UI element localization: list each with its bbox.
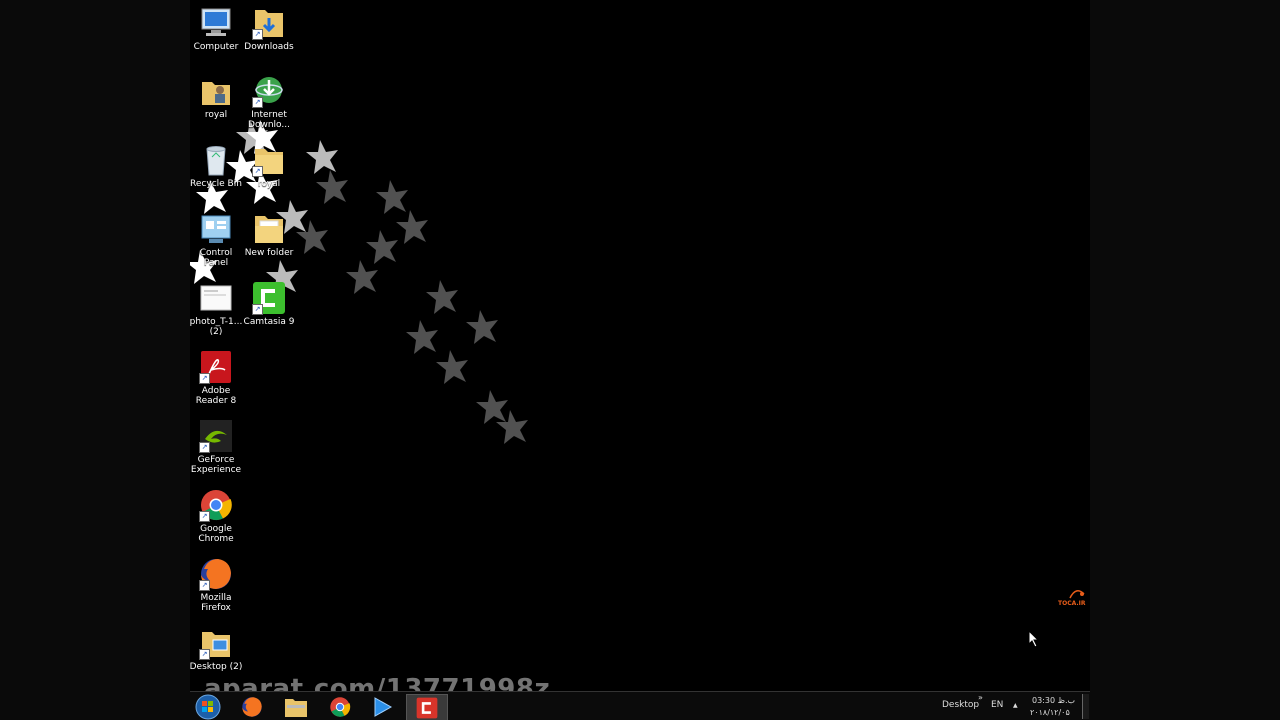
shortcut-arrow-icon: ↗ (252, 29, 263, 40)
desktop-icon-control-panel[interactable]: Control Panel (190, 212, 244, 268)
desktop-icon-photo[interactable]: photo_T-1... (2) (190, 281, 244, 337)
desktop-icon-computer[interactable]: Computer (190, 6, 244, 52)
desktop-icon-adobe-reader[interactable]: ↗ Adobe Reader 8 (190, 350, 244, 406)
start-orb-icon (195, 694, 221, 719)
user-folder-icon (199, 74, 233, 108)
taskbar-media-player-button[interactable] (364, 694, 400, 719)
shortcut-arrow-icon: ↗ (199, 649, 210, 660)
icon-label: Google Chrome (198, 524, 234, 544)
icon-label: royal (204, 110, 228, 120)
icon-label: Computer (193, 42, 239, 52)
icon-label: Adobe Reader 8 (195, 386, 237, 406)
shortcut-arrow-icon: ↗ (199, 373, 210, 384)
computer-icon (199, 6, 233, 40)
language-indicator[interactable]: EN (991, 700, 1003, 710)
internet-download-manager-icon: ↗ (252, 74, 286, 108)
desktop-icon-downloads[interactable]: ↗ Downloads (241, 6, 297, 52)
downloads-folder-icon: ↗ (252, 6, 286, 40)
recycle-bin-icon (199, 143, 233, 177)
taskbar-chrome-button[interactable] (322, 694, 358, 719)
desktop-icon-camtasia[interactable]: ↗ Camtasia 9 (241, 281, 297, 327)
icon-label: Downloads (244, 42, 294, 52)
shortcut-arrow-icon: ↗ (252, 166, 263, 177)
toolbar-chevron-icon[interactable]: » (978, 693, 983, 702)
show-hidden-icons-arrow-icon[interactable]: ▲ (1013, 702, 1018, 709)
shortcut-arrow-icon: ↗ (199, 442, 210, 453)
media-player-icon (374, 696, 393, 717)
control-panel-icon (199, 212, 233, 246)
image-file-icon (199, 281, 233, 315)
icon-label: Control Panel (199, 248, 233, 268)
taskbar-firefox-button[interactable] (234, 694, 270, 719)
desktop-icon-desktop-2[interactable]: ↗ Desktop (2) (190, 626, 244, 672)
desktop-icon-royal-folder[interactable]: ↗ royal (241, 143, 297, 189)
adobe-reader-icon: ↗ (199, 350, 233, 384)
taskbar: Desktop » EN ▲ 03:30 ب.ظ ۲۰۱۸/۱۲/۰۵ (190, 691, 1090, 720)
toca-logo: TOCA.IR (1058, 588, 1088, 612)
desktop-icon-recycle-bin[interactable]: Recycle Bin (190, 143, 244, 189)
taskbar-camtasia-button[interactable] (406, 694, 448, 720)
desktop-folder-icon: ↗ (199, 626, 233, 660)
icon-label: royal (257, 179, 281, 189)
toca-logo-text: TOCA.IR (1058, 600, 1086, 607)
desktop-icon-chrome[interactable]: ↗ Google Chrome (190, 488, 244, 544)
desktop-toolbar-label[interactable]: Desktop (942, 700, 979, 710)
clock-time[interactable]: 03:30 ب.ظ (1032, 696, 1075, 705)
shortcut-arrow-icon: ↗ (199, 511, 210, 522)
shortcut-arrow-icon: ↗ (252, 304, 263, 315)
firefox-icon: ↗ (199, 557, 233, 591)
icon-label: Recycle Bin (190, 179, 242, 189)
icon-label: New folder (244, 248, 294, 258)
desktop-screen: Computer royal Recycle Bin Control Panel… (190, 0, 1090, 720)
firefox-icon (242, 696, 262, 717)
folder-icon (252, 212, 286, 246)
clock-date[interactable]: ۲۰۱۸/۱۲/۰۵ (1030, 708, 1070, 717)
shortcut-arrow-icon: ↗ (252, 97, 263, 108)
file-explorer-icon (285, 698, 307, 717)
icon-label: Desktop (2) (190, 662, 243, 672)
folder-icon: ↗ (252, 143, 286, 177)
camtasia-icon (416, 697, 438, 718)
desktop-icon-firefox[interactable]: ↗ Mozilla Firefox (190, 557, 244, 613)
icon-label: Internet Downlo... (248, 110, 290, 130)
desktop-icon-internet-download-manager[interactable]: ↗ Internet Downlo... (241, 74, 297, 130)
shortcut-arrow-icon: ↗ (199, 580, 210, 591)
icon-label: Mozilla Firefox (200, 593, 232, 613)
geforce-experience-icon: ↗ (199, 419, 233, 453)
chrome-icon: ↗ (199, 488, 233, 522)
start-button[interactable] (190, 694, 226, 719)
icon-label: Camtasia 9 (243, 317, 295, 327)
taskbar-explorer-button[interactable] (278, 694, 314, 719)
chrome-icon (330, 696, 351, 717)
mouse-cursor-icon (1028, 630, 1040, 648)
desktop-icon-geforce[interactable]: ↗ GeForce Experience (190, 419, 244, 475)
camtasia-icon: ↗ (252, 281, 286, 315)
show-desktop-button[interactable] (1082, 694, 1089, 719)
desktop-icon-royal-user[interactable]: royal (190, 74, 244, 120)
icon-label: GeForce Experience (190, 455, 242, 475)
icon-label: photo_T-1... (2) (190, 317, 243, 337)
desktop-icon-new-folder[interactable]: New folder (241, 212, 297, 258)
